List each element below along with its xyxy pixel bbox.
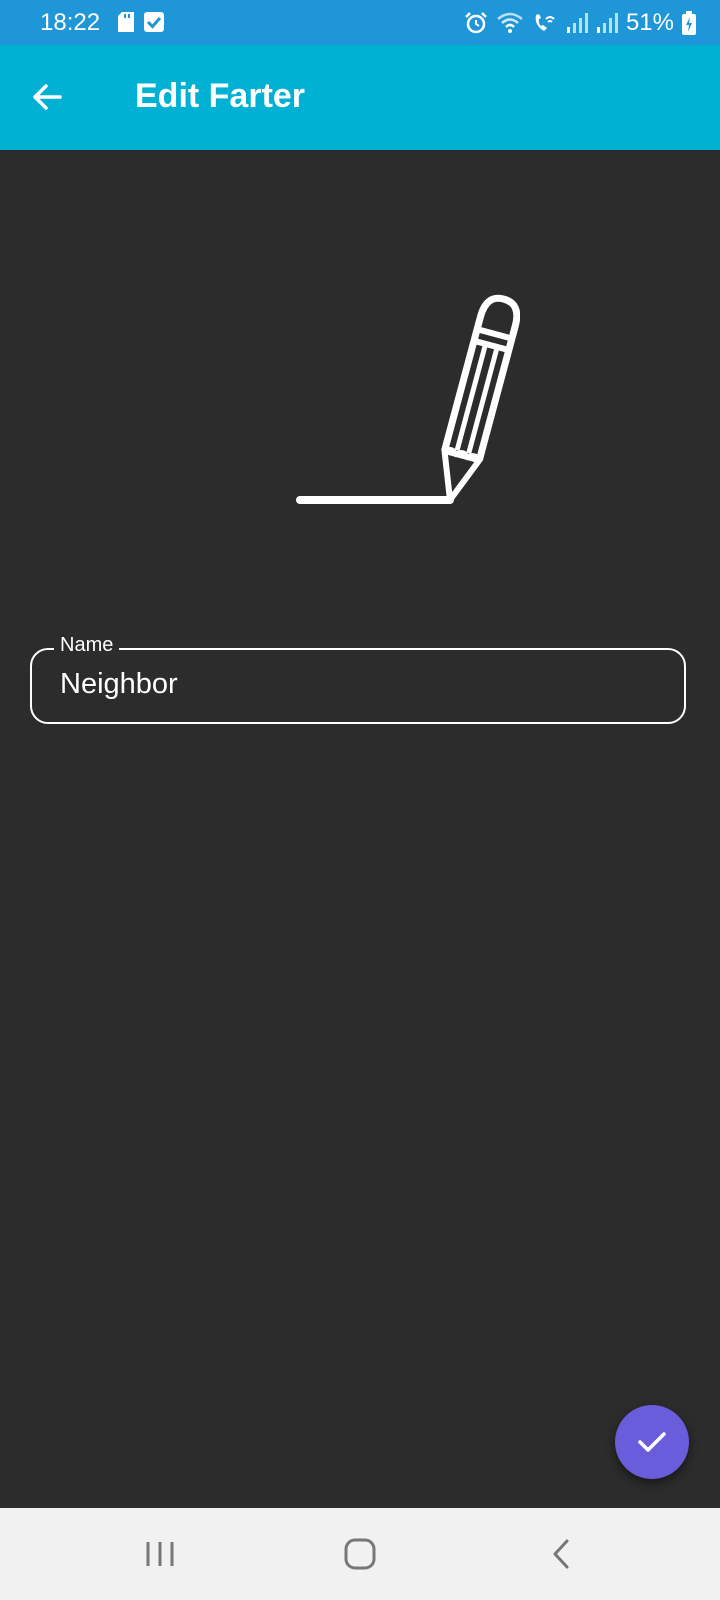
arrow-left-icon: [33, 84, 62, 110]
name-field-label: Name: [54, 634, 120, 657]
name-field[interactable]: Name Neighbor: [30, 634, 686, 724]
home-button[interactable]: [338, 1532, 382, 1576]
page-title: Edit Farter: [135, 77, 306, 115]
back-button[interactable]: [26, 75, 70, 119]
system-nav-bar: [0, 1508, 720, 1600]
recent-apps-icon: [146, 1542, 174, 1566]
signal-icon: [566, 13, 588, 33]
status-time: 18:22: [40, 9, 101, 36]
alarm-icon: [465, 12, 487, 34]
recent-apps-button[interactable]: [138, 1532, 182, 1576]
checkbox-notification-icon: [144, 12, 164, 32]
name-input[interactable]: Neighbor: [60, 668, 178, 701]
status-left-icons: [118, 12, 164, 32]
illustration: [290, 275, 521, 510]
home-icon: [344, 1538, 376, 1570]
check-icon: [638, 1432, 666, 1452]
app-bar: Edit Farter: [0, 45, 720, 150]
nav-back-button[interactable]: [540, 1532, 584, 1576]
status-bar: 18:22 51%: [0, 0, 720, 45]
signal-icon: [596, 13, 618, 33]
battery-charging-icon: [682, 11, 696, 35]
battery-percent: 51%: [625, 9, 674, 36]
save-button[interactable]: [615, 1405, 689, 1479]
status-right-icons: 51%: [464, 9, 696, 37]
sd-card-icon: [118, 12, 134, 32]
wifi-calling-icon: [535, 14, 555, 31]
back-icon: [553, 1539, 569, 1569]
wifi-icon: [497, 12, 523, 33]
pencil-drawing-line-icon: [296, 294, 521, 504]
